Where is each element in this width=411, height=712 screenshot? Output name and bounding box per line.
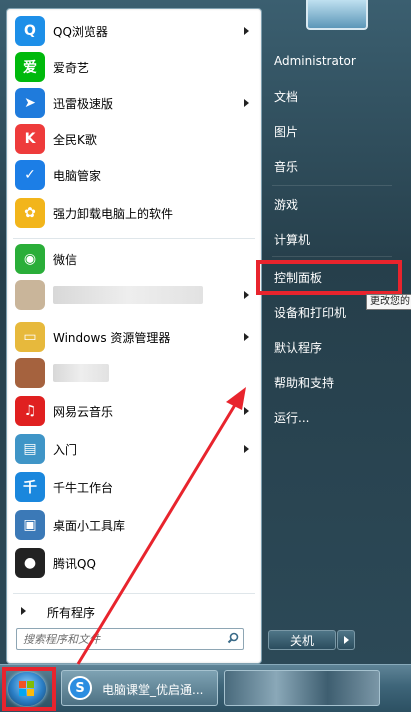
separator bbox=[13, 593, 255, 594]
right-menu-item[interactable]: 文档 bbox=[266, 83, 404, 109]
program-label: 爱奇艺 bbox=[53, 60, 90, 75]
shutdown-button[interactable]: 关机 bbox=[268, 630, 336, 650]
program-item[interactable]: ● 腾讯QQ bbox=[7, 545, 261, 581]
program-item[interactable]: 千千牛工作台 bbox=[7, 469, 261, 505]
blurred-app-icon-2 bbox=[15, 358, 45, 388]
right-menu-item[interactable]: 游戏 bbox=[266, 191, 404, 217]
submenu-arrow-icon[interactable] bbox=[244, 445, 249, 453]
program-item[interactable]: 爱爱奇艺 bbox=[7, 49, 261, 85]
program-label: QQ浏览器 bbox=[53, 24, 108, 39]
qq-penguin-icon: ● bbox=[15, 548, 45, 578]
taskbar-app-button[interactable]: S 电脑课堂_优启通... bbox=[61, 670, 218, 706]
iqiyi-icon: 爱 bbox=[15, 52, 45, 82]
search-box[interactable] bbox=[16, 628, 244, 650]
taskbar-app-icon: S bbox=[68, 676, 92, 700]
all-programs-button[interactable]: 所有程序 bbox=[7, 599, 261, 623]
search-input[interactable] bbox=[23, 631, 213, 647]
program-item[interactable]: ▤ 入门 bbox=[7, 431, 261, 467]
explorer-icon: ▭ bbox=[15, 322, 45, 352]
gadgets-icon: ▣ bbox=[15, 510, 45, 540]
program-label: 微信 bbox=[53, 252, 78, 267]
right-menu-item[interactable]: 默认程序 bbox=[266, 334, 404, 360]
taskbar-app-label: 电脑课堂_优启通... bbox=[102, 683, 204, 697]
qianniu-icon: 千 bbox=[15, 472, 45, 502]
all-programs-arrow-icon bbox=[21, 607, 26, 615]
all-programs-label: 所有程序 bbox=[47, 606, 96, 620]
submenu-arrow-icon[interactable] bbox=[244, 291, 249, 299]
blurred-app-icon bbox=[15, 280, 45, 310]
kge-icon: K bbox=[15, 124, 45, 154]
search-icon[interactable] bbox=[227, 632, 239, 644]
netease-music-icon: ♫ bbox=[15, 396, 45, 426]
program-item[interactable] bbox=[7, 355, 261, 391]
program-label: 强力卸载电脑上的软件 bbox=[53, 206, 174, 221]
submenu-arrow-icon[interactable] bbox=[244, 99, 249, 107]
program-label: 电脑管家 bbox=[53, 168, 102, 183]
program-item[interactable]: K 全民K歌 bbox=[7, 121, 261, 157]
program-item[interactable]: ▣ 桌面小工具库 bbox=[7, 507, 261, 543]
submenu-arrow-icon[interactable] bbox=[244, 333, 249, 341]
control-panel-highlight bbox=[256, 260, 402, 295]
start-button-highlight bbox=[2, 667, 56, 711]
getting-started-icon: ▤ bbox=[15, 434, 45, 464]
program-item[interactable]: ✿ 强力卸载电脑上的软件 bbox=[7, 195, 261, 231]
program-label: 腾讯QQ bbox=[53, 556, 96, 571]
program-item[interactable] bbox=[7, 277, 261, 313]
right-menu-item[interactable]: 运行... bbox=[266, 404, 404, 430]
program-label: 桌面小工具库 bbox=[53, 518, 126, 533]
right-menu-item[interactable]: 图片 bbox=[266, 118, 404, 144]
right-menu-separator bbox=[272, 256, 392, 257]
right-menu-item[interactable]: 帮助和支持 bbox=[266, 369, 404, 395]
right-menu-item[interactable]: 音乐 bbox=[266, 153, 404, 179]
shutdown-options-button[interactable] bbox=[337, 630, 355, 650]
program-list-pane: Q QQ浏览器爱爱奇艺 ➤ 迅雷极速版 K 全民K歌 ✓ 电脑管家 ✿ 强力卸载电脑上的软件 ◉ 微信… bbox=[6, 8, 262, 664]
right-menu-separator bbox=[272, 185, 392, 186]
blurred-label bbox=[53, 286, 203, 304]
right-menu-item[interactable]: Administrator bbox=[266, 48, 404, 74]
program-item[interactable]: ♫ 网易云音乐 bbox=[7, 393, 261, 429]
program-label: Windows 资源管理器 bbox=[53, 330, 171, 345]
submenu-arrow-icon[interactable] bbox=[244, 407, 249, 415]
pc-manager-icon: ✓ bbox=[15, 160, 45, 190]
wechat-icon: ◉ bbox=[15, 244, 45, 274]
program-item[interactable]: ◉ 微信 bbox=[7, 241, 261, 277]
user-picture[interactable] bbox=[306, 0, 368, 30]
program-item[interactable]: Q QQ浏览器 bbox=[7, 13, 261, 49]
xunlei-icon: ➤ bbox=[15, 88, 45, 118]
program-item[interactable]: ▭ Windows 资源管理器 bbox=[7, 319, 261, 355]
taskbar-app-button-2[interactable] bbox=[224, 670, 380, 706]
program-item[interactable]: ✓ 电脑管家 bbox=[7, 157, 261, 193]
uninstall-icon: ✿ bbox=[15, 198, 45, 228]
program-label: 千牛工作台 bbox=[53, 480, 114, 495]
tooltip: 更改您的 bbox=[366, 294, 411, 310]
program-label: 网易云音乐 bbox=[53, 404, 114, 419]
right-menu-item[interactable]: 计算机 bbox=[266, 226, 404, 252]
program-label: 迅雷极速版 bbox=[53, 96, 114, 111]
qq-browser-icon: Q bbox=[15, 16, 45, 46]
submenu-arrow-icon[interactable] bbox=[244, 27, 249, 35]
program-label: 入门 bbox=[53, 442, 78, 457]
separator bbox=[13, 238, 255, 239]
program-label: 全民K歌 bbox=[53, 132, 97, 147]
program-item[interactable]: ➤ 迅雷极速版 bbox=[7, 85, 261, 121]
blurred-label bbox=[53, 364, 109, 382]
